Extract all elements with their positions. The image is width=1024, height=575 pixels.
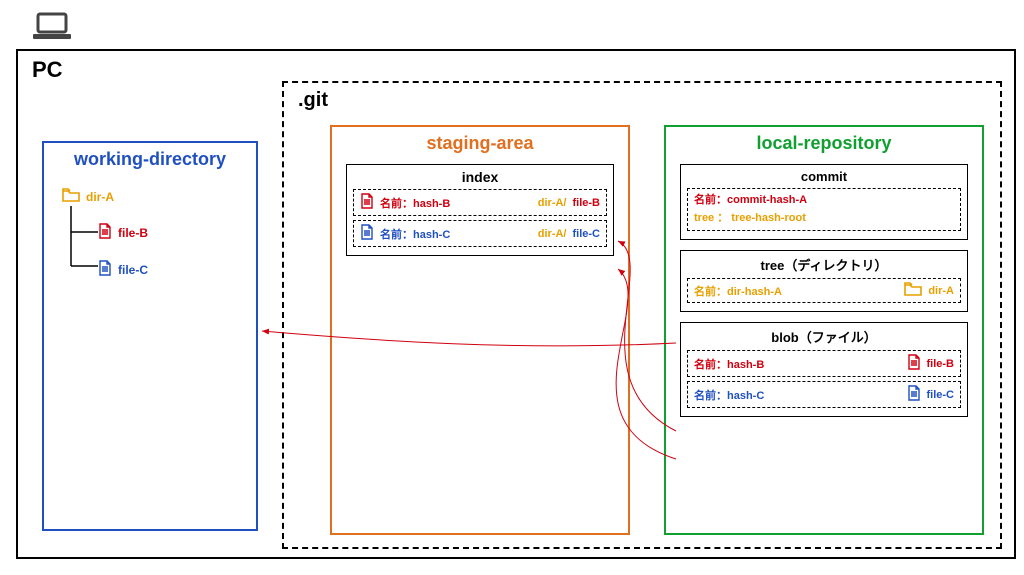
tree-title: tree（ディレクトリ） [687, 255, 961, 274]
blob-row-c: 名前：hash-C file-C [687, 381, 961, 408]
commit-tree: tree ： tree-hash-root [694, 210, 954, 228]
index-row-c-dir: dir-A/ [538, 228, 567, 240]
pc-container: PC working-directory dir-A file-B [16, 49, 1016, 559]
commit-content: 名前：commit-hash-A tree ： tree-hash-root [687, 188, 961, 231]
tree-dir: dir-A [928, 285, 954, 297]
file-icon [360, 224, 374, 243]
commit-name: 名前：commit-hash-A [694, 192, 954, 210]
file-tree: dir-A file-B file-C [62, 188, 256, 279]
commit-box: commit 名前：commit-hash-A tree ： tree-hash… [680, 164, 968, 240]
folder-icon [62, 188, 80, 205]
index-row-b-file: file-B [573, 197, 601, 209]
blob-row-b: 名前：hash-B file-B [687, 350, 961, 377]
file-icon [360, 193, 374, 212]
laptop-icon [30, 12, 1014, 47]
index-title: index [353, 169, 607, 185]
dir-a-label: dir-A [86, 190, 114, 204]
pc-label: PC [32, 57, 63, 83]
blob-title: blob（ファイル） [687, 327, 961, 346]
tree-name: 名前：dir-hash-A [694, 283, 782, 299]
local-repository-box: local-repository commit 名前：commit-hash-A… [664, 125, 984, 535]
staging-area-title: staging-area [332, 133, 628, 154]
blob-c-file: file-C [927, 389, 955, 401]
git-directory-box: .git staging-area index 名前：hash-B dir-A/… [282, 81, 1002, 549]
index-row-c-file: file-C [573, 228, 601, 240]
blob-box: blob（ファイル） 名前：hash-B file-B 名前：hash-C fi… [680, 322, 968, 417]
index-row-c: 名前：hash-C dir-A/file-C [353, 220, 607, 247]
file-icon [907, 354, 921, 373]
index-row-c-name: 名前：hash-C [380, 226, 450, 242]
tree-box: tree（ディレクトリ） 名前：dir-hash-A dir-A [680, 250, 968, 312]
working-directory-title: working-directory [44, 149, 256, 170]
tree-row: 名前：dir-hash-A dir-A [687, 278, 961, 303]
index-row-b: 名前：hash-B dir-A/file-B [353, 189, 607, 216]
blob-b-file: file-B [927, 358, 955, 370]
blob-c-name: 名前：hash-C [694, 387, 764, 403]
index-box: index 名前：hash-B dir-A/file-B 名前：hash-C d… [346, 164, 614, 256]
blob-b-name: 名前：hash-B [694, 356, 764, 372]
local-repository-title: local-repository [666, 133, 982, 154]
folder-icon [904, 282, 922, 299]
index-row-b-name: 名前：hash-B [380, 195, 450, 211]
commit-title: commit [687, 169, 961, 184]
working-directory-box: working-directory dir-A file-B [42, 141, 258, 531]
staging-area-box: staging-area index 名前：hash-B dir-A/file-… [330, 125, 630, 535]
file-icon [907, 385, 921, 404]
git-label: .git [298, 89, 328, 112]
index-row-b-dir: dir-A/ [538, 197, 567, 209]
